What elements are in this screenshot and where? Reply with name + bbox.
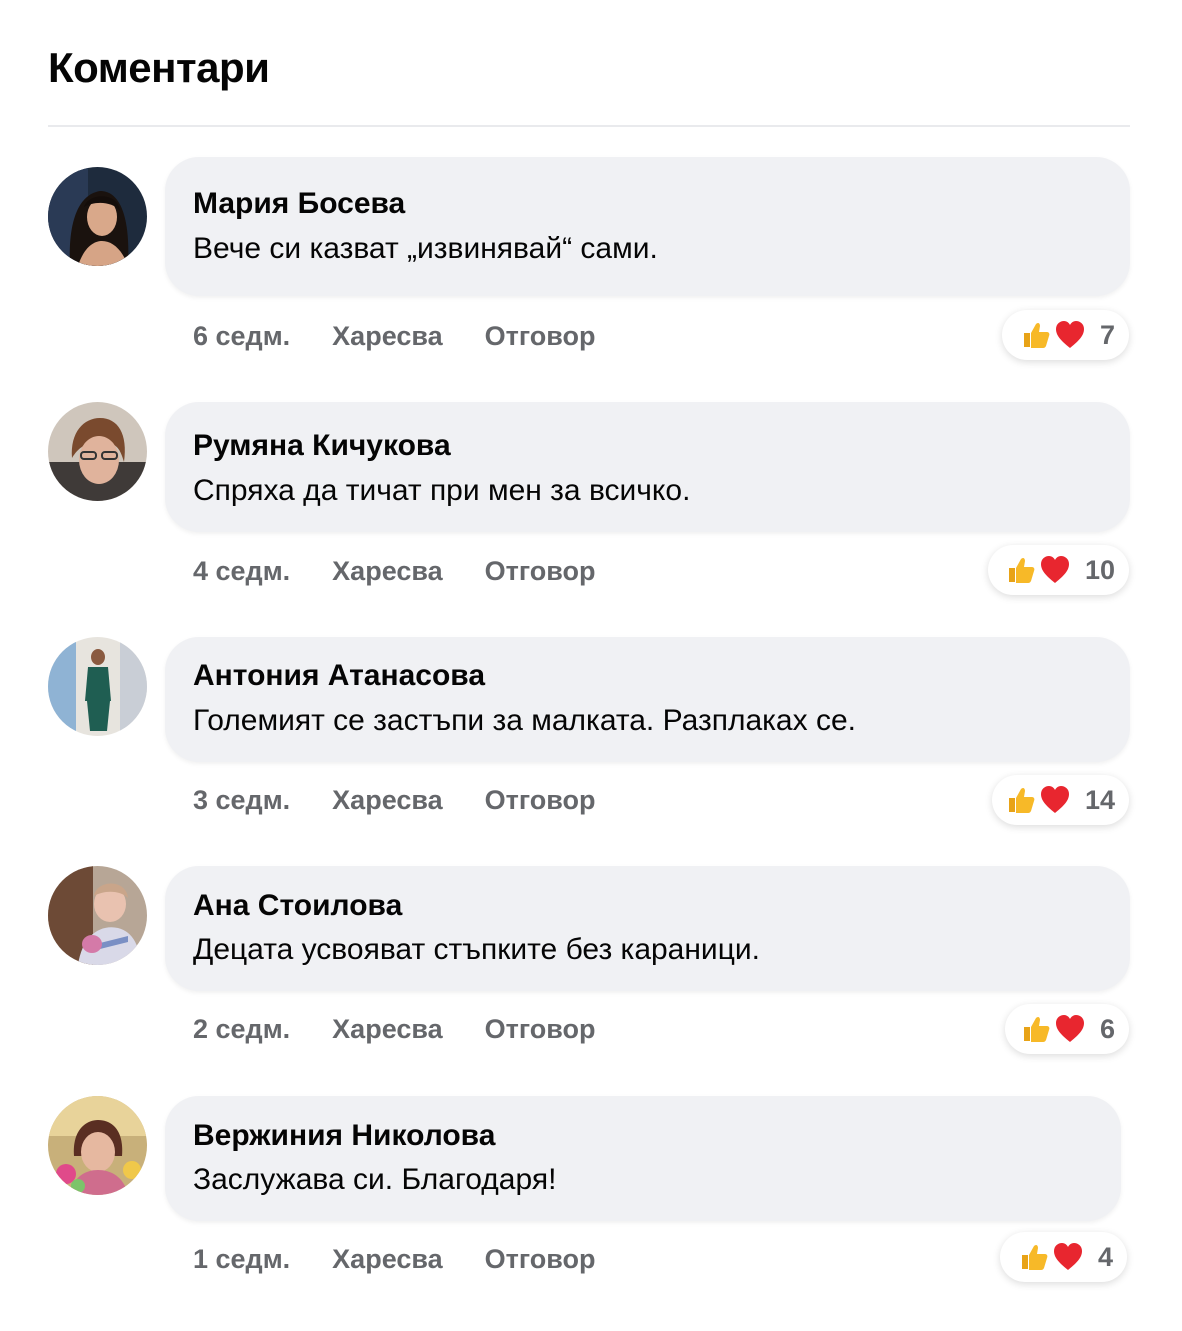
like-link[interactable]: Харесва [332,1244,442,1275]
thumbs-up-icon [1008,557,1035,583]
reply-link[interactable]: Отговор [485,1014,596,1045]
comment-bubble: Вержиния Николова Заслужава си. Благодар… [165,1096,1121,1221]
comment-actions: 2 седм. Харесва Отговор [193,1014,595,1045]
reaction-summary[interactable]: 7 [1002,310,1129,360]
page-title: Коментари [48,44,270,91]
heart-icon [1040,786,1069,813]
comment-time[interactable]: 6 седм. [193,321,290,352]
avatar[interactable] [48,866,147,965]
thumbs-up-icon [1008,787,1035,813]
reaction-summary[interactable]: 10 [988,545,1129,595]
heart-icon [1055,321,1084,348]
avatar[interactable] [48,1096,147,1195]
comment-text: Децата усвояват стъпките без караници. [193,933,760,966]
comment-time[interactable]: 3 седм. [193,785,290,816]
comment-bubble: Антония Атанасова Големият се застъпи за… [165,637,1130,762]
comment-author[interactable]: Антония Атанасова [193,659,485,693]
thumbs-up-icon [1023,322,1050,348]
reaction-count: 14 [1084,784,1115,815]
reply-link[interactable]: Отговор [485,556,596,587]
thumbs-up-icon [1021,1244,1048,1270]
comment-text: Спряха да тичат при мен за всичко. [193,474,691,507]
like-link[interactable]: Харесва [332,321,442,352]
comment-actions: 3 седм. Харесва Отговор [193,785,595,816]
like-link[interactable]: Харесва [332,556,442,587]
comment-author[interactable]: Мария Босева [193,187,405,221]
comment-bubble: Румяна Кичукова Спряха да тичат при мен … [165,402,1130,532]
comment-time[interactable]: 1 седм. [193,1244,290,1275]
comment-time[interactable]: 4 седм. [193,556,290,587]
comment-bubble: Ана Стоилова Децата усвояват стъпките бе… [165,866,1130,991]
comment-author[interactable]: Ана Стоилова [193,889,402,923]
comment-text: Заслужава си. Благодаря! [193,1163,557,1196]
reaction-count: 10 [1084,554,1115,585]
comment-actions: 1 седм. Харесва Отговор [193,1244,595,1275]
heart-icon [1055,1015,1084,1042]
avatar[interactable] [48,637,147,736]
reaction-summary[interactable]: 6 [1005,1004,1129,1054]
like-link[interactable]: Харесва [332,785,442,816]
comment-text: Вече си казват „извинявай“ сами. [193,232,658,265]
comment-actions: 6 седм. Харесва Отговор [193,321,595,352]
divider [48,125,1130,127]
comment-author[interactable]: Румяна Кичукова [193,429,451,463]
heart-icon [1040,556,1069,583]
reaction-count: 7 [1099,319,1115,350]
comment-time[interactable]: 2 седм. [193,1014,290,1045]
heart-icon [1053,1243,1082,1270]
reply-link[interactable]: Отговор [485,785,596,816]
avatar[interactable] [48,167,147,266]
reply-link[interactable]: Отговор [485,1244,596,1275]
comment-actions: 4 седм. Харесва Отговор [193,556,595,587]
comment-bubble: Мария Босева Вече си казват „извинявай“ … [165,157,1130,296]
like-link[interactable]: Харесва [332,1014,442,1045]
reaction-summary[interactable]: 4 [1000,1232,1127,1282]
comment-author[interactable]: Вержиния Николова [193,1119,495,1153]
comment-text: Големият се застъпи за малката. Разплака… [193,704,856,737]
reaction-count: 6 [1099,1013,1115,1044]
reaction-count: 4 [1097,1241,1113,1272]
reply-link[interactable]: Отговор [485,321,596,352]
reaction-summary[interactable]: 14 [992,775,1129,825]
avatar[interactable] [48,402,147,501]
thumbs-up-icon [1023,1016,1050,1042]
